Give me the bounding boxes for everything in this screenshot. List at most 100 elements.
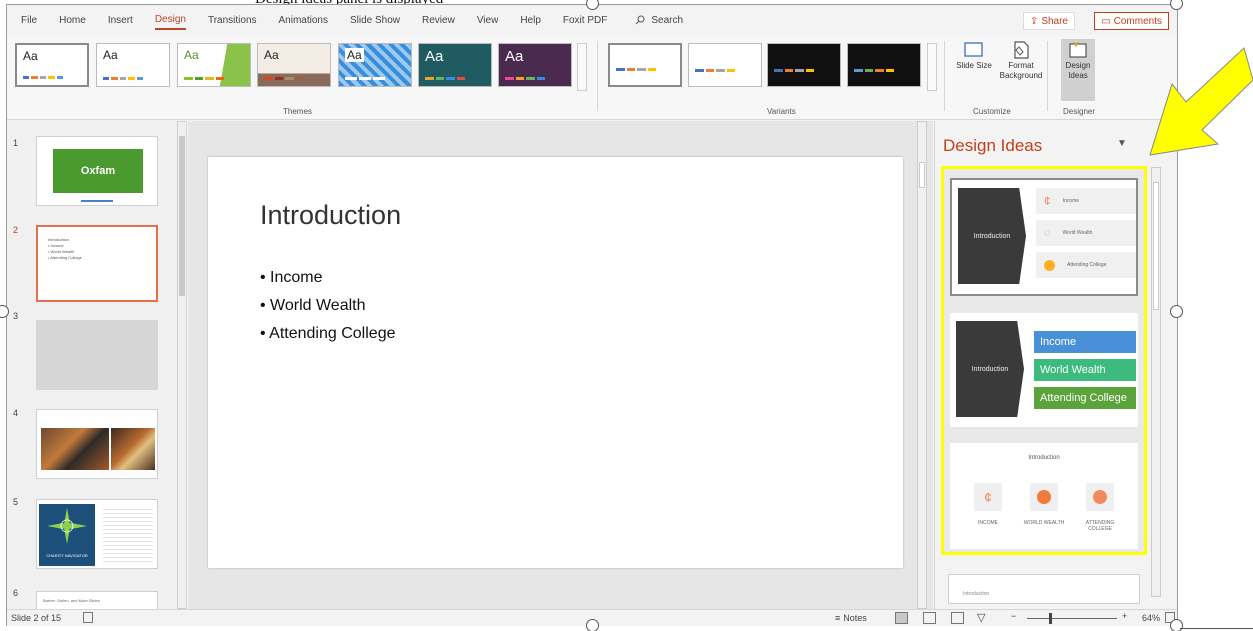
slideshow-icon[interactable]: ▽ [977,611,985,624]
yellow-arrow-icon [1149,47,1253,156]
chevron-down-icon[interactable]: ▼ [1117,138,1127,149]
menu-transitions[interactable]: Transitions [208,12,257,29]
scroll-thumb[interactable] [919,162,925,188]
menu-insert[interactable]: Insert [108,12,133,29]
normal-view-icon[interactable] [895,612,908,624]
variants-scroll[interactable] [927,43,937,91]
variant-1[interactable] [608,43,682,87]
idea-chip-income: Income [1034,331,1136,353]
slide-thumbnail-1[interactable]: Oxfam [36,136,158,206]
menu-help[interactable]: Help [520,12,541,29]
photo-thumbnail [111,428,155,470]
slide-size-button[interactable]: Slide Size [951,39,997,101]
accessibility-icon[interactable] [83,612,93,623]
zoom-slider[interactable] [1027,618,1117,619]
theme-integral[interactable]: Aa [257,43,331,87]
theme-aa-text: Aa [23,49,38,63]
theme-office[interactable]: Aa [15,43,89,87]
theme-ion[interactable]: Aa [338,43,412,87]
slide-number: 4 [13,408,19,418]
variant-2[interactable] [688,43,762,87]
resize-handle[interactable] [586,619,599,631]
slide-thumbnail-3[interactable] [36,320,158,390]
theme-aa-text: Aa [264,48,279,62]
scroll-thumb[interactable] [1153,182,1159,310]
menu-home[interactable]: Home [59,12,86,29]
menu-view[interactable]: View [477,12,499,29]
share-icon: ⇪ [1029,15,1039,27]
slide-thumbnail-6[interactable]: Barber, Gellen, and More Slides [36,591,158,609]
menu-review[interactable]: Review [422,12,455,29]
slide-thumbnail-2[interactable]: Introduction • Income • World Wealth • A… [36,225,158,302]
slide-thumbnail-4[interactable] [36,409,158,479]
theme-aa-text: Aa [505,48,524,65]
zoom-in-icon[interactable]: + [1122,611,1127,621]
compass-graphic: CHARITY NAVIGATOR [39,504,95,566]
design-idea-2[interactable]: Introduction Income World Wealth Attendi… [950,313,1138,427]
theme-office-2[interactable]: Aa [96,43,170,87]
notes-label: Notes [843,613,867,623]
theme-facet[interactable]: Aa [177,43,251,87]
resize-handle[interactable] [1170,619,1183,631]
theme-ion-boardroom[interactable]: Aa [418,43,492,87]
customize-group-label: Customize [973,107,1011,116]
idea-title: Introduction [1028,455,1060,461]
zoom-level[interactable]: 64% [1142,613,1160,623]
slide6-mini-text: Barber, Gellen, and More Slides [43,598,100,603]
designer-scrollbar[interactable] [1151,167,1161,597]
design-idea-4[interactable]: Introduction [948,574,1140,604]
menu-animations[interactable]: Animations [279,12,328,29]
design-ideas-title: Design Ideas [943,136,1043,155]
resize-handle[interactable] [1170,305,1183,318]
idea-icon-box [1086,483,1114,511]
thumbnail-scrollbar[interactable] [177,121,186,609]
bullet-item: Attending College [260,325,395,343]
variant-4[interactable] [847,43,921,87]
menu-slide-show[interactable]: Slide Show [350,12,400,29]
current-slide[interactable]: Introduction Income World Wealth Attendi… [208,157,903,568]
format-background-label: Format Background [999,61,1043,80]
scroll-thumb[interactable] [179,136,185,296]
oxfam-logo: Oxfam [53,149,143,193]
variant-color-strip [854,69,894,72]
idea-row: ¢ Income [1036,188,1136,214]
theme-color-strip [425,77,465,80]
slide-sorter-icon[interactable] [923,612,936,624]
slide-number: 5 [13,497,19,507]
variant-3[interactable] [767,43,841,87]
share-button[interactable]: ⇪ Share [1022,12,1075,30]
slide-bullet-list[interactable]: Income World Wealth Attending College [260,269,395,353]
globe-icon: ◌ [1044,227,1051,239]
format-background-icon [1014,41,1029,59]
design-idea-3[interactable]: Introduction ¢ INCOME WORLD WEALTH ATTEN… [950,443,1138,549]
cent-icon: ¢ [984,489,992,505]
menu-file[interactable]: File [21,12,37,29]
theme-organic[interactable]: Aa [498,43,572,87]
notes-icon: ≡ [835,613,841,623]
zoom-thumb[interactable] [1049,613,1052,624]
slide2-mini-text: Introduction • Income • World Wealth • A… [48,237,82,261]
powerpoint-window: Design ideas panel is displayed File Hom… [0,0,1253,631]
search-box[interactable]: Search [635,15,683,26]
bullet-item: Income [260,269,395,287]
theme-aa-text: Aa [425,48,444,65]
search-label: Search [651,14,684,26]
theme-color-strip [103,77,144,80]
design-ideas-button[interactable]: Design Ideas [1061,39,1095,101]
resize-handle[interactable] [1170,0,1183,10]
design-idea-1[interactable]: Introduction ¢ Income ◌ World Wealth Att… [950,178,1138,296]
zoom-out-icon[interactable]: − [1011,611,1016,621]
ribbon-separator [597,41,598,111]
idea-label: INCOME [978,520,998,526]
menu-design[interactable]: Design [154,11,186,30]
notes-button[interactable]: ≡ Notes [835,613,867,623]
themes-scroll[interactable] [577,43,587,91]
search-icon [635,15,645,25]
slide-thumbnail-5[interactable]: CHARITY NAVIGATOR [36,499,158,569]
slide-title[interactable]: Introduction [260,200,401,231]
menu-foxit-pdf[interactable]: Foxit PDF [563,12,607,29]
editor-scrollbar[interactable] [917,121,927,609]
format-background-button[interactable]: Format Background [998,39,1044,101]
comments-button[interactable]: ▭ Comments [1094,12,1169,30]
reading-view-icon[interactable] [951,612,964,624]
